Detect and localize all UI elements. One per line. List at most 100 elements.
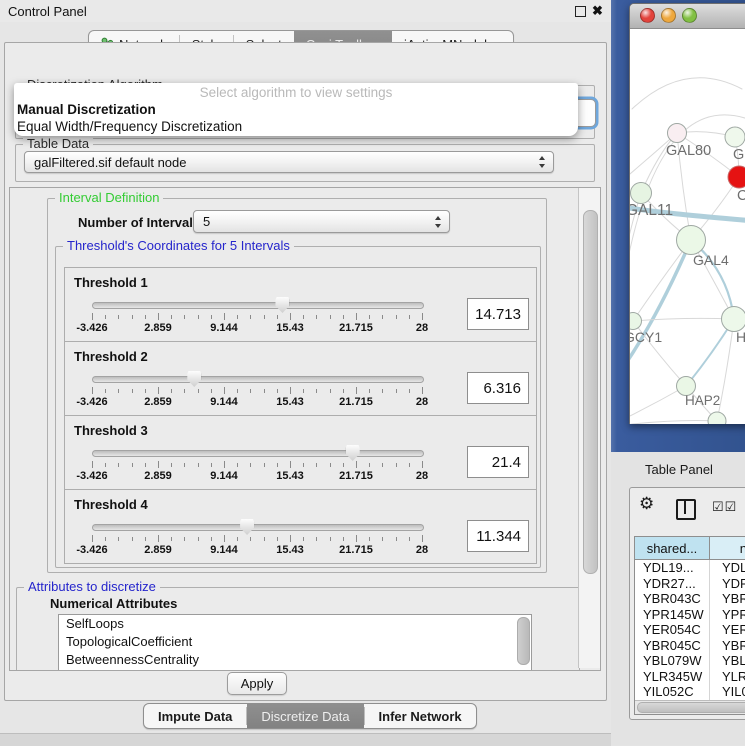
slider-handle[interactable]: [240, 519, 254, 535]
slider-tick: [118, 537, 119, 541]
network-node[interactable]: [677, 226, 706, 255]
threshold-3-value-field[interactable]: 21.4: [467, 446, 529, 478]
table-cell[interactable]: YDR2: [710, 576, 745, 592]
table-row[interactable]: YBR043CYBR0: [635, 591, 745, 607]
network-node[interactable]: [728, 166, 745, 188]
slider-tick: [92, 535, 93, 542]
table-row[interactable]: YPR145WYPR1: [635, 607, 745, 623]
horizontal-scrollbar-thumb[interactable]: [637, 702, 745, 713]
table-cell[interactable]: YER054C: [635, 622, 710, 638]
checkbox-columns-icon[interactable]: ☑☑: [712, 499, 737, 515]
threshold-2-value-field[interactable]: 6.316: [467, 372, 529, 404]
slider-track[interactable]: [92, 524, 424, 531]
table-row[interactable]: YDR27...YDR2: [635, 576, 745, 592]
attributes-group-title: Attributes to discretize: [24, 580, 160, 594]
table-cell[interactable]: YIL052C: [635, 684, 710, 700]
network-node[interactable]: [630, 313, 642, 330]
slider-tick: [369, 389, 370, 393]
table-row[interactable]: YIL052CYIL0: [635, 684, 745, 700]
table-column-header[interactable]: na: [710, 537, 745, 559]
table-data-combobox-value: galFiltered.sif default node: [34, 155, 186, 170]
table-cell[interactable]: YIL0: [710, 684, 745, 700]
table-cell[interactable]: YPR1: [710, 607, 745, 623]
table-cell[interactable]: YBL0: [710, 653, 745, 669]
attributes-list-scrollbar[interactable]: [517, 617, 530, 665]
algorithm-option-manual[interactable]: Manual Discretization: [14, 101, 578, 118]
network-edge[interactable]: [630, 421, 717, 425]
table-cell[interactable]: YDL19...: [635, 560, 710, 576]
table-cell[interactable]: YDL1: [710, 560, 745, 576]
threshold-4-slider[interactable]: -3.4262.8599.14415.4321.71528: [92, 520, 422, 562]
table-row[interactable]: YER054CYER0: [635, 622, 745, 638]
table-row[interactable]: YBL079WYBL0: [635, 653, 745, 669]
threshold-1-value-field[interactable]: 14.713: [467, 298, 529, 330]
algorithm-option-equal-width[interactable]: Equal Width/Frequency Discretization: [14, 118, 578, 135]
attribute-list-item[interactable]: SelfLoops: [59, 615, 531, 633]
slider-tick-label: 2.859: [144, 322, 172, 334]
threshold-1-slider[interactable]: -3.4262.8599.14415.4321.71528: [92, 298, 422, 340]
slider-track[interactable]: [92, 450, 424, 457]
slider-handle[interactable]: [346, 445, 360, 461]
slider-tick: [211, 315, 212, 319]
split-table-icon[interactable]: [676, 499, 696, 520]
tab-discretize-data[interactable]: Discretize Data: [247, 704, 363, 728]
network-edge[interactable]: [632, 78, 742, 109]
network-canvas[interactable]: GAL80GCGAL11GAL4GCY1HHAP2: [630, 29, 745, 424]
network-edge[interactable]: [633, 318, 734, 321]
slider-tick: [277, 389, 278, 393]
network-node[interactable]: [668, 124, 687, 143]
slider-track[interactable]: [92, 376, 424, 383]
close-icon[interactable]: ✖: [592, 3, 603, 19]
table-cell[interactable]: YBR045C: [635, 638, 710, 654]
table-cell[interactable]: YDR27...: [635, 576, 710, 592]
table-cell[interactable]: YLR345W: [635, 669, 710, 685]
table-row[interactable]: YLR345WYLR3: [635, 669, 745, 685]
threshold-2-label: Threshold 2: [74, 349, 148, 364]
tab-impute-data[interactable]: Impute Data: [144, 704, 246, 728]
table-cell[interactable]: YLR3: [710, 669, 745, 685]
network-node[interactable]: [725, 127, 745, 147]
slider-tick: [382, 315, 383, 319]
threshold-4-value-field[interactable]: 11.344: [467, 520, 529, 552]
table-cell[interactable]: YPR145W: [635, 607, 710, 623]
slider-track[interactable]: [92, 302, 424, 309]
network-node[interactable]: [722, 307, 745, 332]
threshold-2-slider[interactable]: -3.4262.8599.14415.4321.71528: [92, 372, 422, 414]
slider-tick: [409, 389, 410, 393]
zoom-traffic-light-icon[interactable]: [682, 8, 697, 23]
slider-tick: [382, 537, 383, 541]
table-column-header[interactable]: shared...: [635, 537, 710, 559]
slider-tick-label: 21.715: [339, 470, 373, 482]
threshold-panel-3: Threshold 3 -3.4262.8599.14415.4321.7152…: [64, 415, 537, 490]
table-cell[interactable]: YBR0: [710, 638, 745, 654]
number-of-intervals-combobox[interactable]: 5: [193, 210, 450, 233]
table-cell[interactable]: YBR0: [710, 591, 745, 607]
network-edge[interactable]: [630, 240, 691, 369]
attribute-list-item[interactable]: TopologicalCoefficient: [59, 633, 531, 651]
minimize-traffic-light-icon[interactable]: [661, 8, 676, 23]
slider-tick: [118, 389, 119, 393]
table-row[interactable]: YDL19...YDL1: [635, 560, 745, 576]
vertical-scrollbar[interactable]: [578, 188, 600, 668]
gear-icon[interactable]: ⚙: [639, 494, 654, 514]
table-data-combobox[interactable]: galFiltered.sif default node: [24, 151, 554, 173]
threshold-3-slider[interactable]: -3.4262.8599.14415.4321.71528: [92, 446, 422, 488]
table-cell[interactable]: YER0: [710, 622, 745, 638]
apply-button[interactable]: Apply: [227, 672, 287, 695]
slider-handle[interactable]: [187, 371, 201, 387]
slider-tick-label: 2.859: [144, 544, 172, 556]
table-cell[interactable]: YBL079W: [635, 653, 710, 669]
network-node[interactable]: [631, 183, 652, 204]
tab-infer-network[interactable]: Infer Network: [365, 704, 476, 728]
table-cell[interactable]: YBR043C: [635, 591, 710, 607]
attribute-list-item[interactable]: BetweennessCentrality: [59, 651, 531, 669]
horizontal-scrollbar[interactable]: [635, 700, 745, 714]
vertical-scrollbar-thumb[interactable]: [583, 210, 598, 574]
numerical-attributes-list[interactable]: SelfLoopsTopologicalCoefficientBetweenne…: [58, 614, 532, 671]
slider-handle[interactable]: [275, 297, 289, 313]
table-row[interactable]: YBR045CYBR0: [635, 638, 745, 654]
close-traffic-light-icon[interactable]: [640, 8, 655, 23]
float-window-icon[interactable]: [575, 6, 586, 17]
slider-tick: [396, 315, 397, 319]
slider-tick: [303, 389, 304, 393]
